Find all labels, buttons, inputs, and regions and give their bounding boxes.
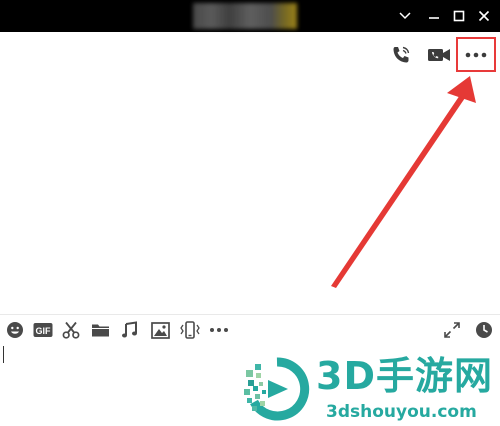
- history-clock-icon[interactable]: [473, 320, 495, 340]
- watermark-url: 3dshouyou.com: [326, 402, 477, 422]
- blurred-contact-name: [193, 3, 297, 29]
- image-icon[interactable]: [149, 320, 171, 340]
- gif-label: GIF: [36, 326, 52, 336]
- chat-window: GIF 3D手游网 3dshouyou.com: [0, 0, 500, 426]
- emoji-icon[interactable]: [4, 320, 26, 340]
- folder-icon[interactable]: [89, 320, 111, 340]
- music-icon[interactable]: [119, 320, 141, 340]
- more-tools-icon[interactable]: [207, 320, 231, 340]
- minimize-icon[interactable]: [423, 6, 445, 26]
- more-icon[interactable]: [458, 39, 494, 70]
- scissors-icon[interactable]: [60, 320, 82, 340]
- voice-call-icon[interactable]: [388, 42, 414, 68]
- watermark-title: 3D手游网: [316, 354, 493, 398]
- chevron-down-icon[interactable]: [394, 6, 416, 26]
- input-divider: [0, 314, 500, 315]
- title-bar[interactable]: [0, 0, 500, 32]
- text-caret: [3, 346, 4, 363]
- close-icon[interactable]: [473, 6, 495, 26]
- expand-icon[interactable]: [441, 320, 463, 340]
- maximize-icon[interactable]: [448, 6, 470, 26]
- gif-icon[interactable]: GIF: [31, 320, 55, 340]
- video-call-icon[interactable]: [426, 42, 452, 68]
- more-button-highlight[interactable]: [456, 37, 496, 72]
- watermark-logo-icon: [244, 357, 310, 421]
- shake-icon[interactable]: [178, 320, 202, 340]
